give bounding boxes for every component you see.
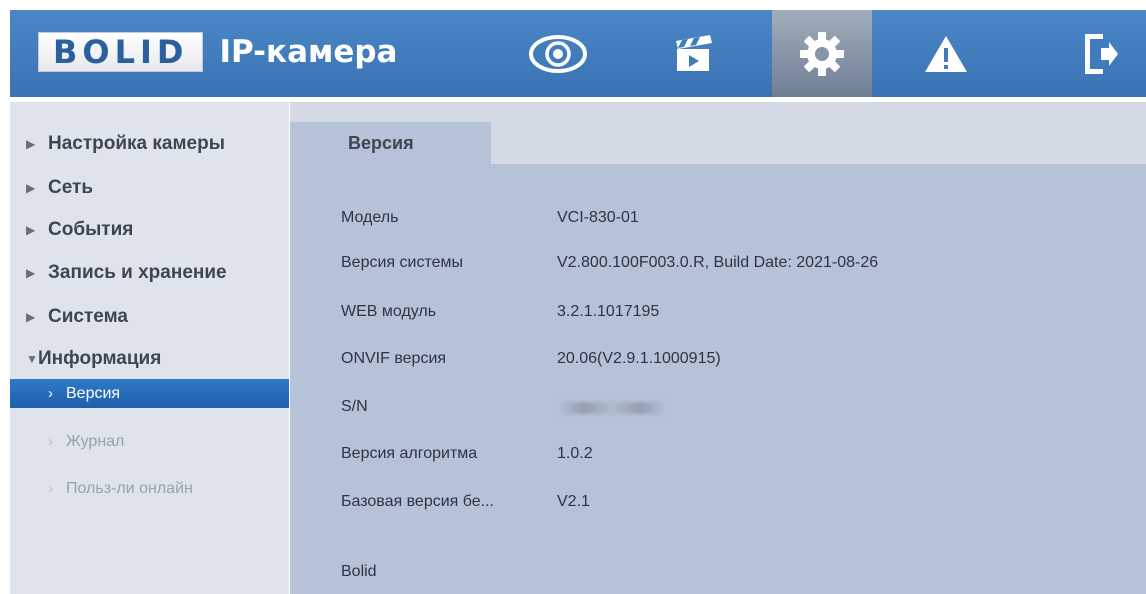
triangle-right-icon: ▶	[26, 310, 36, 324]
sidebar-subitem-log[interactable]: › Журнал	[10, 427, 289, 456]
sidebar-subitem-version[interactable]: › Версия	[10, 379, 289, 408]
info-row-onvif-version: ONVIF версия 20.06(V2.9.1.1000915)	[290, 346, 1146, 376]
info-value-redacted	[557, 398, 667, 419]
top-header: BOLID IP-камера	[10, 10, 1146, 97]
eye-icon	[529, 34, 587, 73]
triangle-down-icon: ▼	[26, 352, 38, 366]
triangle-right-icon: ▶	[26, 137, 36, 151]
sidebar-item-label: Настройка камеры	[48, 133, 225, 154]
sidebar-subitem-label: Польз-ли онлайн	[66, 479, 193, 497]
sidebar-item-system[interactable]: ▶ Система	[10, 303, 289, 331]
nav-alarm-button[interactable]	[896, 10, 996, 97]
vendor-name: Bolid	[341, 563, 377, 580]
info-row-model: Модель VCI-830-01	[290, 205, 1146, 235]
chevron-right-icon: ›	[48, 480, 53, 497]
chevron-right-icon: ›	[48, 433, 53, 450]
info-key: WEB модуль	[341, 303, 437, 320]
info-key: Версия системы	[341, 254, 463, 271]
sidebar-item-label: События	[48, 219, 134, 240]
sidebar-item-label: Сеть	[48, 177, 94, 198]
sidebar: ▶ Настройка камеры ▶ Сеть ▶ События ▶ За…	[10, 102, 289, 594]
info-value: 3.2.1.1017195	[557, 303, 660, 320]
triangle-right-icon: ▶	[26, 266, 36, 280]
nav-live-view-button[interactable]	[508, 10, 608, 97]
bolid-logo: BOLID IP-камера	[38, 30, 397, 74]
triangle-right-icon: ▶	[26, 181, 36, 195]
sidebar-item-storage[interactable]: ▶ Запись и хранение	[10, 259, 289, 287]
info-key: Базовая версия бе...	[341, 493, 494, 510]
info-value: 20.06(V2.9.1.1000915)	[557, 350, 721, 367]
info-row-algorithm-version: Версия алгоритма 1.0.2	[290, 441, 1146, 471]
info-row-web-module: WEB модуль 3.2.1.1017195	[290, 299, 1146, 329]
sidebar-item-camera-settings[interactable]: ▶ Настройка камеры	[10, 130, 289, 158]
nav-playback-button[interactable]	[644, 10, 744, 97]
tab-version[interactable]: Версия	[290, 122, 491, 164]
sidebar-item-label: Запись и хранение	[48, 262, 227, 283]
sidebar-subitem-online-users[interactable]: › Польз-ли онлайн	[10, 474, 289, 503]
clapperboard-icon	[676, 34, 712, 71]
info-key: S/N	[341, 398, 368, 415]
sidebar-subitem-label: Версия	[66, 384, 121, 402]
sidebar-item-events[interactable]: ▶ События	[10, 216, 289, 244]
chevron-right-icon: ›	[48, 385, 53, 402]
sidebar-item-label: Система	[48, 306, 128, 327]
info-value: 1.0.2	[557, 445, 593, 462]
tab-strip: Версия	[290, 102, 1146, 164]
redacted-serial	[557, 402, 667, 414]
exit-door-icon	[1085, 33, 1118, 74]
nav-logout-button[interactable]	[1054, 10, 1146, 97]
tab-label: Версия	[348, 132, 414, 153]
warning-icon	[925, 35, 967, 72]
info-value: V2.800.100F003.0.R, Build Date: 2021-08-…	[557, 254, 879, 271]
info-key: Модель	[341, 209, 399, 226]
sidebar-item-information[interactable]: ▼ Информация	[10, 345, 289, 373]
info-row-base-version: Базовая версия бе... V2.1	[290, 489, 1146, 519]
info-key: ONVIF версия	[341, 350, 447, 367]
sidebar-subitem-label: Журнал	[66, 432, 125, 450]
triangle-right-icon: ▶	[26, 223, 36, 237]
info-value: VCI-830-01	[557, 209, 639, 226]
sidebar-item-network[interactable]: ▶ Сеть	[10, 174, 289, 202]
nav-settings-button[interactable]	[772, 10, 872, 97]
sidebar-item-label: Информация	[38, 348, 162, 369]
gear-icon	[800, 31, 844, 76]
info-row-system-version: Версия системы V2.800.100F003.0.R, Build…	[290, 250, 1146, 280]
info-key: Версия алгоритма	[341, 445, 478, 462]
logo-mark: BOLID	[38, 32, 204, 72]
info-row-serial-number: S/N	[290, 394, 1146, 424]
main-content: Версия Модель VCI-830-01 Версия системы …	[290, 102, 1146, 594]
app-title: IP-камера	[219, 34, 398, 70]
info-value: V2.1	[557, 493, 590, 510]
